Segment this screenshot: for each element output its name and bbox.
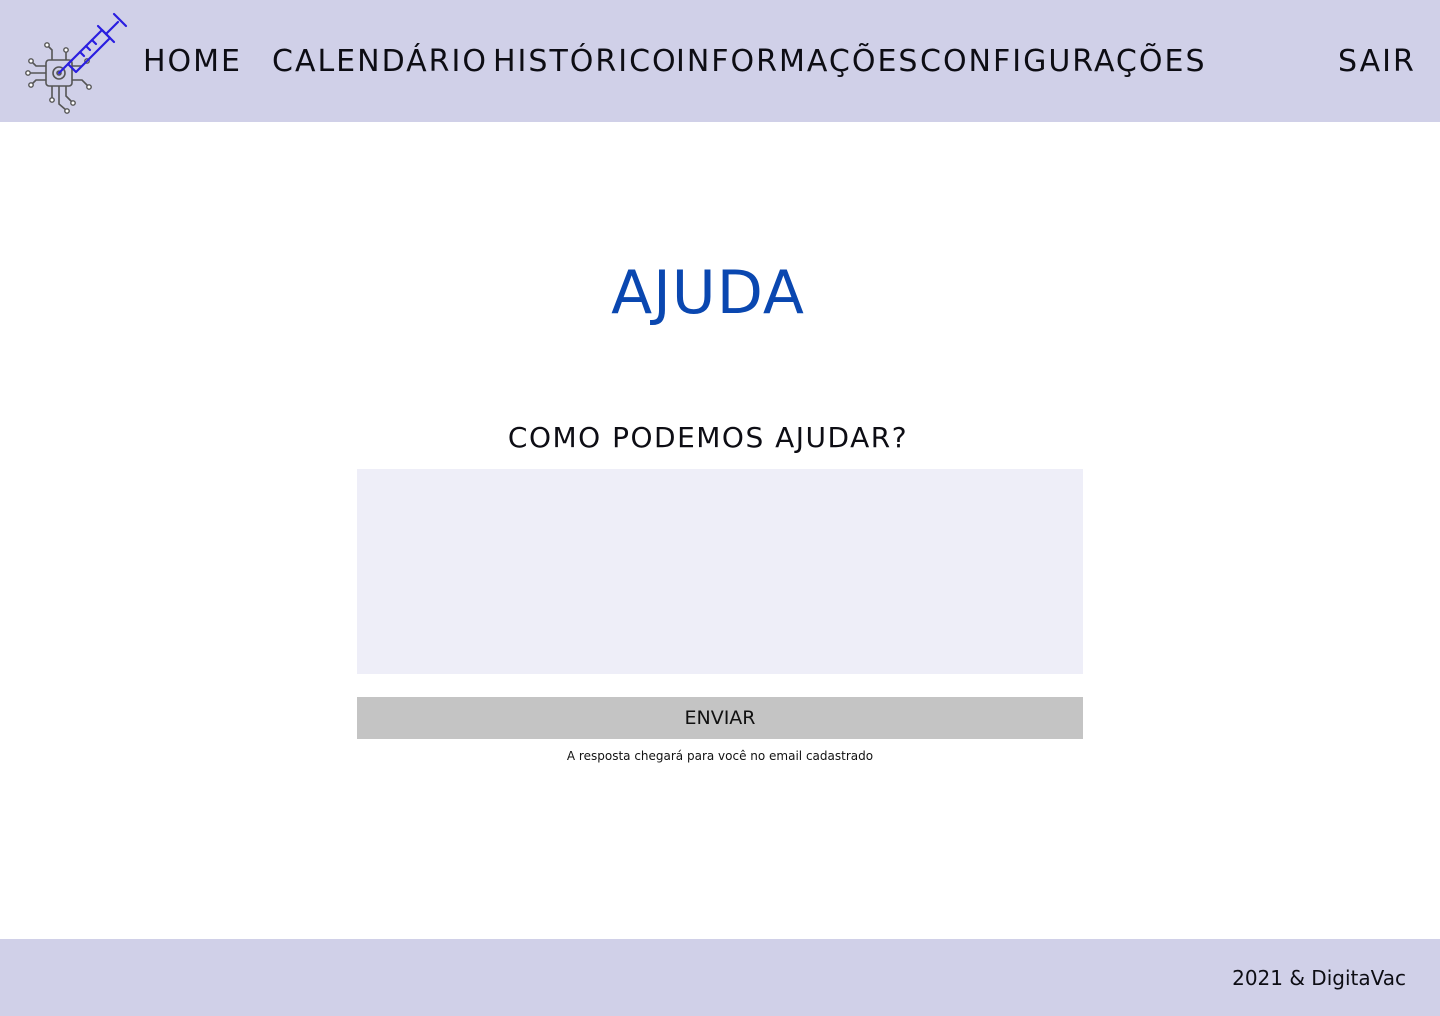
nav-calendario[interactable]: CALENDÁRIO xyxy=(272,42,488,82)
top-navbar: HOME CALENDÁRIO HISTÓRICO INFORMAÇÕES CO… xyxy=(0,0,1440,122)
nav-sair[interactable]: SAIR xyxy=(1338,42,1416,82)
page-title: AJUDA xyxy=(611,258,805,328)
send-button[interactable]: ENVIAR xyxy=(357,697,1083,739)
nav-informacoes[interactable]: INFORMAÇÕES xyxy=(676,42,919,82)
nav-configuracoes[interactable]: CONFIGURAÇÕES xyxy=(920,42,1207,82)
response-note: A resposta chegará para você no email ca… xyxy=(566,749,874,763)
syringe-circuit-icon[interactable] xyxy=(24,8,132,116)
footer: 2021 & DigitaVac xyxy=(0,939,1440,1016)
nav-historico[interactable]: HISTÓRICO xyxy=(493,42,678,82)
help-message-field[interactable] xyxy=(357,469,1083,674)
nav-home[interactable]: HOME xyxy=(143,42,242,82)
help-question-heading: COMO PODEMOS AJUDAR? xyxy=(507,421,909,454)
copyright-text: 2021 & DigitaVac xyxy=(1232,966,1406,990)
